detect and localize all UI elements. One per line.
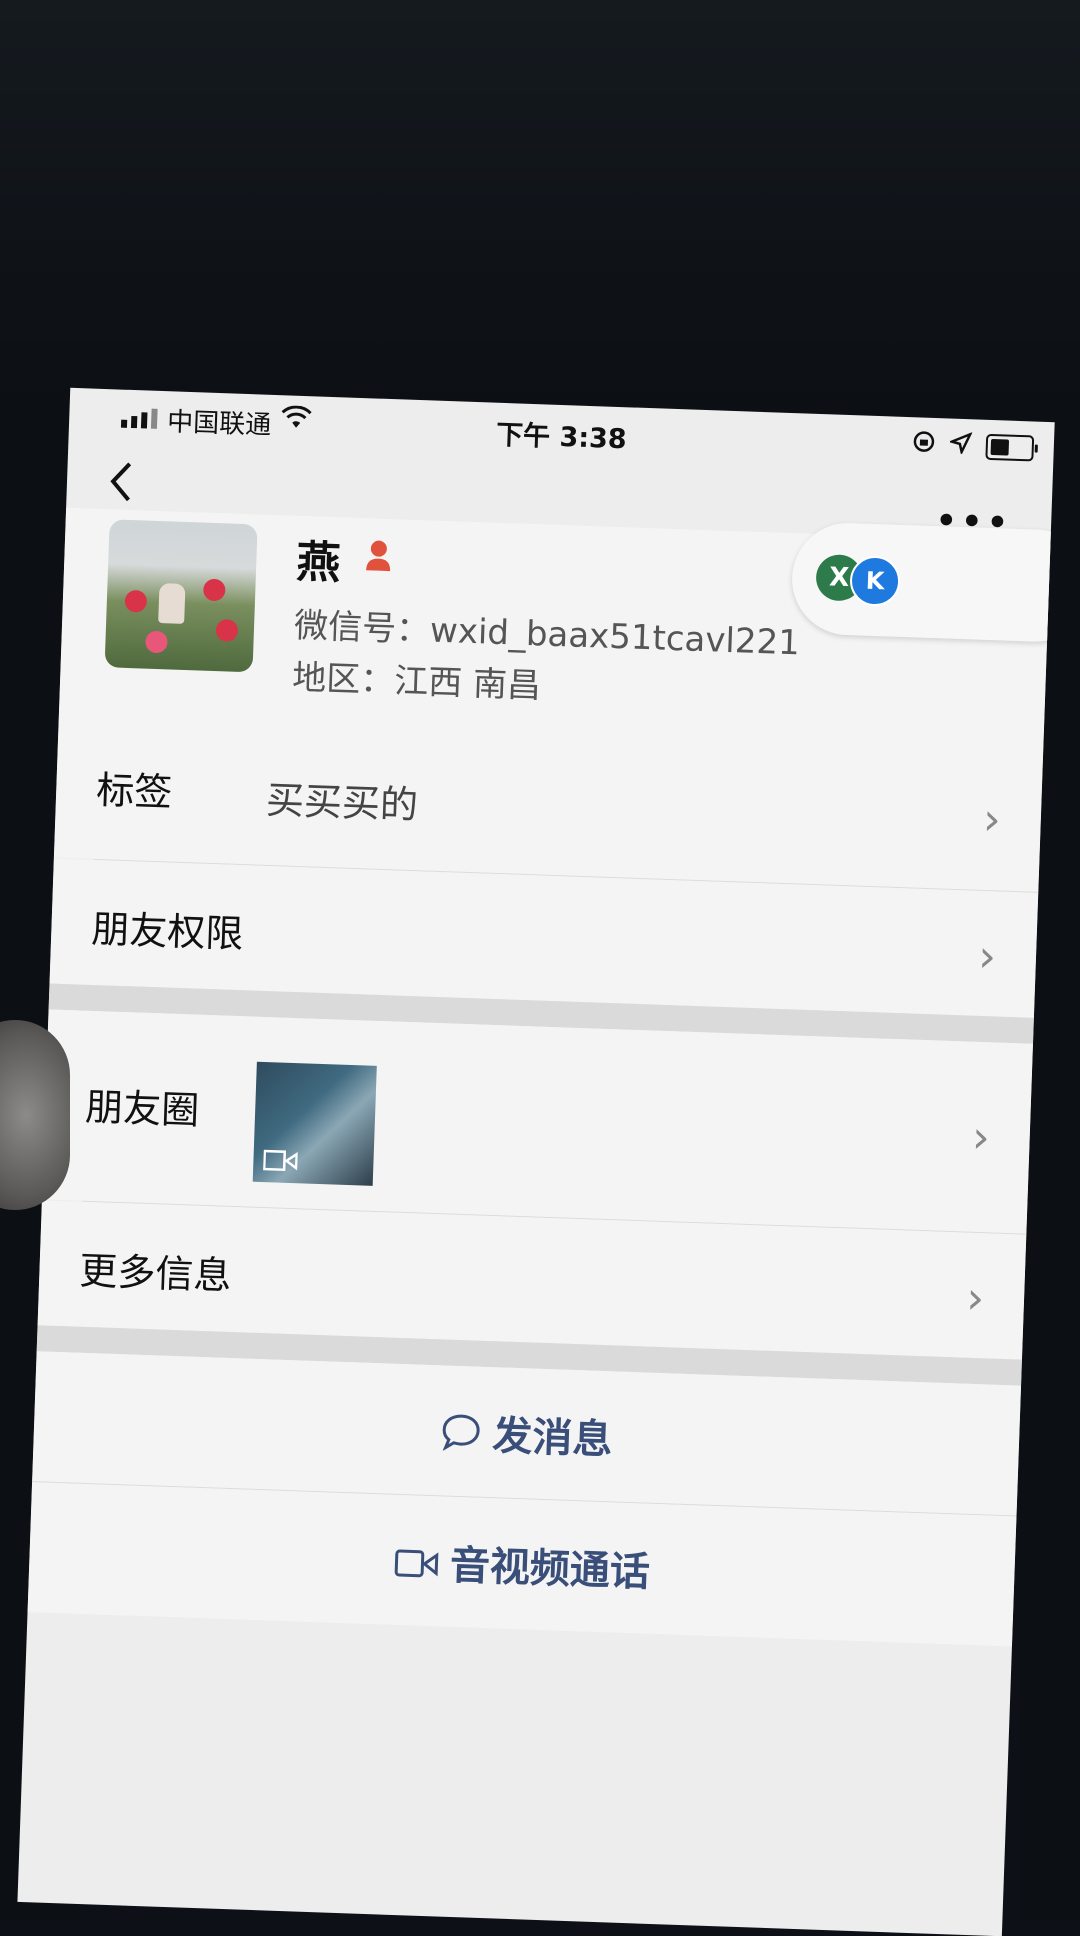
background-top — [0, 0, 1080, 420]
row-tags-value: 买买买的 — [265, 777, 419, 828]
region: 地区：江西 南昌 — [291, 657, 542, 707]
floating-window-pill[interactable]: X K — [790, 521, 1055, 644]
video-call-label: 音视频通话 — [449, 1542, 651, 1596]
female-icon — [364, 538, 393, 573]
video-icon — [263, 1149, 298, 1172]
chevron-right-icon: › — [982, 793, 1002, 846]
row-moments-label: 朋友圈 — [84, 1084, 200, 1133]
finger-overlay — [0, 1020, 70, 1210]
battery-icon — [985, 433, 1035, 462]
contact-name: 燕 — [295, 536, 342, 590]
chevron-right-icon: › — [977, 930, 997, 983]
floating-app-k-icon[interactable]: K — [849, 555, 901, 607]
send-message-label: 发消息 — [491, 1413, 614, 1464]
phone-screen: 中国联通 下午 3:38 ••• 燕 微信号：wxid_baax51tcavl2… — [17, 387, 1055, 1936]
chevron-right-icon: › — [965, 1272, 985, 1325]
back-icon[interactable] — [106, 459, 136, 516]
chat-bubble-icon — [440, 1412, 482, 1461]
row-more-info-label: 更多信息 — [78, 1248, 233, 1298]
video-call-icon — [393, 1543, 439, 1591]
row-tags-label: 标签 — [95, 767, 174, 815]
row-friend-permissions-label: 朋友权限 — [90, 906, 245, 957]
lock-rotation-icon — [911, 429, 936, 460]
avatar[interactable] — [104, 519, 258, 673]
row-moments[interactable]: 朋友圈 › — [41, 1009, 1033, 1234]
location-icon — [948, 431, 973, 461]
status-right — [911, 429, 1035, 463]
moments-thumbnail[interactable] — [252, 1061, 377, 1186]
chevron-right-icon: › — [971, 1111, 991, 1164]
